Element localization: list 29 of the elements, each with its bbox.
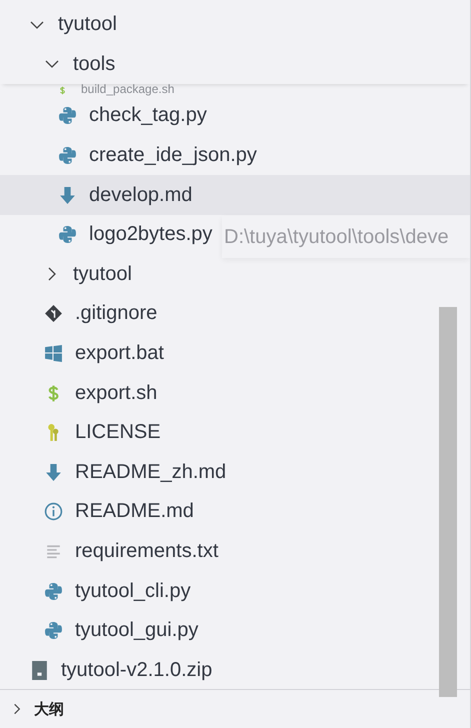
- path-tooltip: D:\tuya\tyutool\tools\deve: [222, 216, 470, 258]
- file-item[interactable]: check_tag.py: [0, 96, 470, 136]
- down-arrow-icon: [44, 462, 63, 482]
- down-arrow-icon: [58, 186, 77, 205]
- file-item[interactable]: export.bat: [0, 334, 470, 374]
- info-icon: [44, 502, 63, 522]
- file-item[interactable]: requirements.txt: [0, 532, 470, 572]
- outline-header[interactable]: 大纲: [0, 690, 470, 728]
- python-icon: [44, 621, 63, 640]
- file-item[interactable]: develop.md: [0, 175, 470, 215]
- python-icon: [44, 582, 63, 601]
- file-item[interactable]: tyutool_gui.py: [0, 610, 470, 650]
- file-item[interactable]: create_ide_json.py: [0, 136, 470, 176]
- file-item[interactable]: tyutool_cli.py: [0, 571, 470, 611]
- file-item[interactable]: LICENSE: [0, 412, 470, 453]
- file-item[interactable]: tyutool-v2.1.0.zip: [0, 650, 470, 690]
- file-item[interactable]: .gitignore: [0, 294, 470, 334]
- dollar-icon: [58, 86, 67, 95]
- folder-item[interactable]: tools: [0, 44, 470, 84]
- file-item[interactable]: README_zh.md: [0, 452, 470, 492]
- file-item[interactable]: export.sh: [0, 373, 470, 413]
- python-icon: [58, 106, 77, 126]
- file-item[interactable]: README.md: [0, 492, 470, 532]
- scrollbar-thumb[interactable]: [439, 307, 457, 697]
- windows-icon: [44, 344, 63, 364]
- archive-icon: [30, 660, 49, 680]
- python-icon: [58, 146, 77, 166]
- diamond-icon: [44, 304, 63, 324]
- python-icon: [58, 225, 77, 244]
